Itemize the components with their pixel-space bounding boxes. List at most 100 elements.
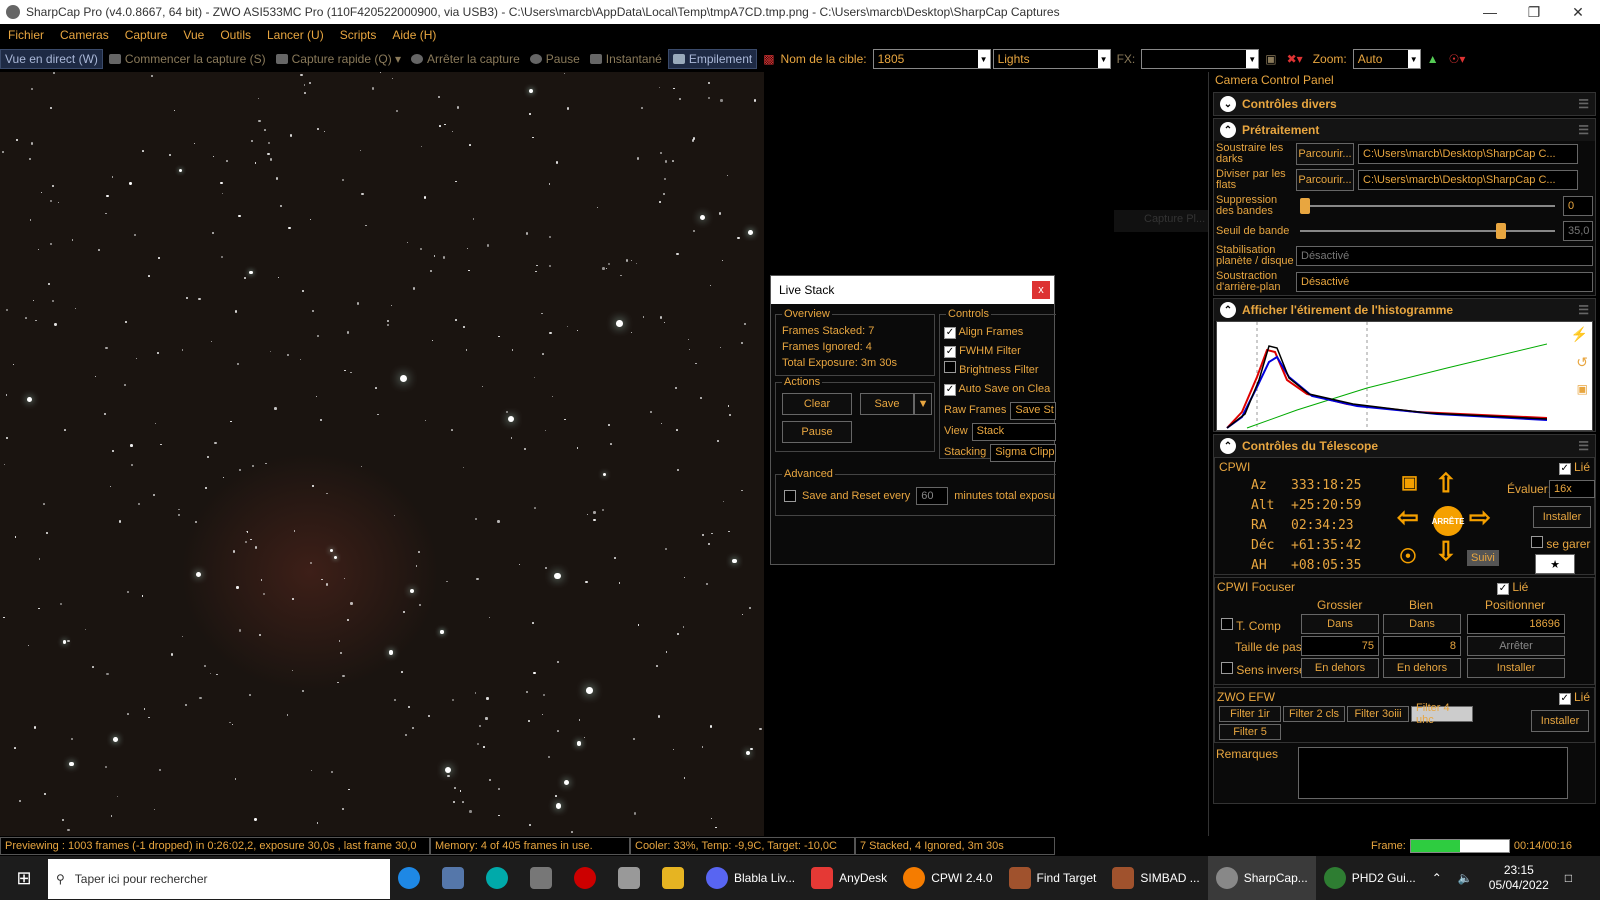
stacking-button[interactable]: Empilement [667, 49, 758, 69]
rate-select[interactable]: 16x [1549, 480, 1595, 498]
arrow-left-icon[interactable]: ⇦ [1397, 502, 1419, 533]
reticle-icon[interactable]: ☉▾ [1445, 52, 1470, 66]
band-suppression-value[interactable]: 0 [1563, 196, 1593, 216]
check-icon[interactable]: ✓ [1558, 462, 1571, 475]
band-threshold-slider[interactable] [1296, 221, 1559, 241]
frame-type-combo[interactable]: Lights ▼ [992, 49, 1111, 69]
efw-install-button[interactable]: Installer [1531, 710, 1589, 732]
explorer-icon[interactable] [654, 856, 698, 900]
sync-icon[interactable]: ▣ [1401, 472, 1418, 493]
check-icon[interactable]: ✓ [1497, 582, 1509, 595]
track-button[interactable]: Suivi [1467, 550, 1499, 566]
app-icon-4[interactable] [566, 856, 610, 900]
park-option[interactable]: se garer [1531, 536, 1590, 551]
filter-3-button[interactable]: Filter 3oiii [1347, 706, 1409, 722]
app-icon-2[interactable] [478, 856, 522, 900]
menu-icon[interactable]: ☰ [1578, 439, 1589, 453]
darks-path-select[interactable]: C:\Users\marcb\Desktop\SharpCap C... [1358, 144, 1578, 164]
mount-linked-option[interactable]: ✓ Lié [1558, 460, 1590, 475]
focuser-stop-button[interactable]: Arrêter [1467, 636, 1565, 656]
arrow-down-icon[interactable]: ⇩ [1435, 536, 1457, 567]
stacking-select[interactable]: Sigma Clipp [990, 443, 1056, 462]
target-name-combo[interactable]: 1805 ▼ [872, 49, 991, 69]
close-icon[interactable]: x [1032, 281, 1050, 299]
stabilization-select[interactable]: Désactivé [1296, 246, 1593, 266]
zoom-combo[interactable]: Auto ▼ [1352, 49, 1421, 69]
windows-start-icon[interactable]: ⊞ [0, 856, 48, 900]
filter-4-button[interactable]: Filter 4 uhc [1411, 702, 1473, 726]
focuser-install-button[interactable]: Installer [1467, 658, 1565, 678]
menu-cameras[interactable]: Cameras [52, 28, 117, 42]
taskbar-app-phd2[interactable]: PHD2 Gui... [1316, 856, 1424, 900]
raw-frames-select[interactable]: Save St [1010, 401, 1056, 420]
pause-stack-button[interactable]: Pause [782, 421, 852, 443]
in-coarse-button[interactable]: Dans [1301, 614, 1379, 634]
search-box[interactable]: ⚲ Taper ici pour rechercher [48, 859, 390, 899]
filter-2-button[interactable]: Filter 2 cls [1283, 706, 1345, 722]
live-stack-header[interactable]: Live Stack x [771, 276, 1054, 304]
taskbar-app-sharpcap[interactable]: SharpCap... [1207, 856, 1316, 900]
chevron-up-icon[interactable]: ⌃ [1220, 438, 1236, 454]
start-capture-button[interactable]: Commencer la capture (S) [105, 52, 270, 66]
align-frames-option[interactable]: ✓ Align Frames [944, 323, 1056, 342]
check-icon[interactable]: ✓ [944, 326, 956, 339]
chevron-down-icon[interactable]: ▼ [914, 393, 932, 415]
band-suppression-slider[interactable] [1296, 196, 1559, 216]
snapshot-button[interactable]: Instantané [586, 52, 666, 66]
clear-button[interactable]: Clear [782, 393, 852, 415]
in-fine-button[interactable]: Dans [1383, 614, 1461, 634]
quick-capture-button[interactable]: Capture rapide (Q) ▾ [272, 52, 405, 66]
clock[interactable]: 23:15 05/04/2022 [1481, 856, 1557, 900]
band-threshold-value[interactable]: 35,0 [1563, 221, 1593, 241]
telescope-header[interactable]: ⌃ Contrôles du Télescope ☰ [1214, 435, 1595, 457]
misc-controls-header[interactable]: ⌄ Contrôles divers ☰ [1214, 93, 1595, 115]
lightning-icon[interactable]: ⚡ [1571, 326, 1588, 343]
volume-icon[interactable]: 🔈 [1450, 856, 1481, 900]
checkbox[interactable] [1531, 536, 1543, 548]
menu-capture[interactable]: Capture [117, 28, 176, 42]
app-icon-5[interactable] [610, 856, 654, 900]
notifications-icon[interactable]: □ [1557, 856, 1580, 900]
focuser-linked-option[interactable]: ✓ Lié [1497, 580, 1528, 595]
menu-launch[interactable]: Lancer (U) [259, 28, 332, 42]
step-coarse-stepper[interactable]: 75 [1301, 636, 1379, 656]
position-input[interactable]: 18696 [1467, 614, 1565, 634]
home-icon[interactable]: ☉ [1399, 544, 1417, 569]
checkbox[interactable] [1221, 662, 1233, 674]
efw-linked-option[interactable]: ✓ Lié [1558, 690, 1590, 705]
out-fine-button[interactable]: En dehors [1383, 658, 1461, 678]
filter-5-button[interactable]: Filter 5 [1219, 724, 1281, 740]
save-button[interactable]: Save [860, 393, 914, 415]
app-icon-3[interactable] [522, 856, 566, 900]
minimize-icon[interactable]: — [1468, 0, 1512, 24]
menu-icon[interactable]: ☰ [1578, 303, 1589, 317]
slider-thumb[interactable] [1496, 223, 1506, 239]
reverse-option[interactable]: Sens inverse [1221, 662, 1306, 677]
checkbox[interactable] [1221, 618, 1233, 630]
minutes-stepper[interactable]: 60 [916, 487, 949, 505]
filter-1-button[interactable]: Filter 1ir [1219, 706, 1281, 722]
slider-thumb[interactable] [1300, 198, 1310, 214]
pause-button[interactable]: Pause [526, 52, 584, 66]
crosshair-icon[interactable]: ✖▾ [1283, 52, 1307, 66]
check-icon[interactable]: ✓ [1558, 692, 1571, 705]
menu-icon[interactable]: ☰ [1578, 123, 1589, 137]
tray-chevron-up-icon[interactable]: ⌃ [1424, 856, 1450, 900]
menu-scripts[interactable]: Scripts [332, 28, 385, 42]
bg-subtraction-select[interactable]: Désactivé [1296, 272, 1593, 292]
restore-icon[interactable]: ❐ [1512, 0, 1556, 24]
menu-view[interactable]: Vue [175, 28, 212, 42]
chevron-up-icon[interactable]: ⌃ [1220, 122, 1236, 138]
browse-darks-button[interactable]: Parcourir... [1296, 143, 1354, 165]
fx-combo[interactable]: ▼ [1141, 49, 1260, 69]
grid-icon[interactable]: ▣ [1261, 52, 1280, 66]
menu-help[interactable]: Aide (H) [384, 28, 444, 42]
flats-path-select[interactable]: C:\Users\marcb\Desktop\SharpCap C... [1358, 170, 1578, 190]
arrow-right-icon[interactable]: ⇨ [1469, 502, 1491, 533]
mount-install-button[interactable]: Installer [1533, 506, 1591, 528]
live-view-button[interactable]: Vue en direct (W) [0, 49, 103, 69]
favorite-star-icon[interactable]: ★ [1535, 554, 1575, 574]
taskbar-app-cpwi[interactable]: CPWI 2.4.0 [895, 856, 1000, 900]
taskbar-app-findtarget[interactable]: Find Target [1001, 856, 1105, 900]
preprocessing-header[interactable]: ⌃ Prétraitement ☰ [1214, 119, 1595, 141]
